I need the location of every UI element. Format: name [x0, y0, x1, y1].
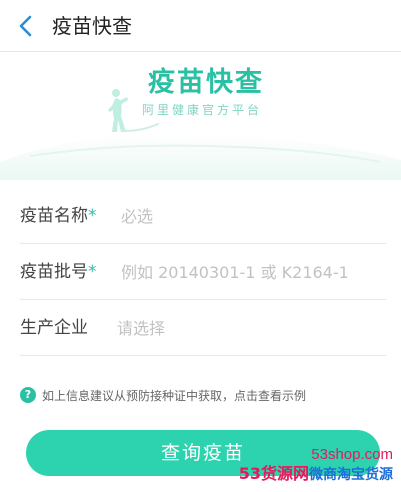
batch-number-label-text: 疫苗批号: [20, 262, 88, 282]
batch-number-label: 疫苗批号*: [20, 261, 97, 283]
watermark-brand: 53货源网微商淘宝货源: [239, 465, 393, 484]
question-circle-icon[interactable]: ?: [20, 387, 36, 403]
banner: 疫苗快查 阿里健康官方平台: [0, 52, 401, 180]
vaccine-name-label: 疫苗名称*: [20, 205, 97, 227]
watermark-domain: 53shop.com: [311, 446, 393, 463]
watermark-brand-blue: 微商淘宝货源: [309, 467, 393, 483]
watermark-brand-red: 53货源网: [238, 464, 309, 483]
hint-text[interactable]: 如上信息建议从预防接种证中获取，点击查看示例: [42, 388, 306, 404]
hint-row[interactable]: ? 如上信息建议从预防接种证中获取，点击查看示例: [20, 387, 390, 405]
watermark: 53shop.com 53货源网微商淘宝货源: [239, 446, 393, 484]
required-mark: *: [88, 206, 97, 226]
brand-subtitle: 阿里健康官方平台: [142, 103, 263, 117]
manufacturer-row[interactable]: 生产企业: [20, 300, 386, 356]
manufacturer-select[interactable]: [117, 314, 367, 342]
chevron-left-icon: [19, 15, 32, 37]
page-title: 疫苗快查: [52, 14, 132, 38]
required-mark: *: [88, 262, 97, 282]
vaccine-name-row[interactable]: 疫苗名称*: [20, 188, 386, 244]
brand-title: 疫苗快查: [148, 67, 264, 98]
back-button[interactable]: [12, 12, 40, 40]
vaccine-name-label-text: 疫苗名称: [20, 206, 88, 226]
batch-number-row[interactable]: 疫苗批号*: [20, 244, 386, 300]
batch-number-input[interactable]: [121, 258, 383, 286]
vaccine-name-select[interactable]: [121, 202, 371, 230]
nav-bar: 疫苗快查: [0, 0, 401, 52]
manufacturer-label: 生产企业: [20, 318, 88, 338]
